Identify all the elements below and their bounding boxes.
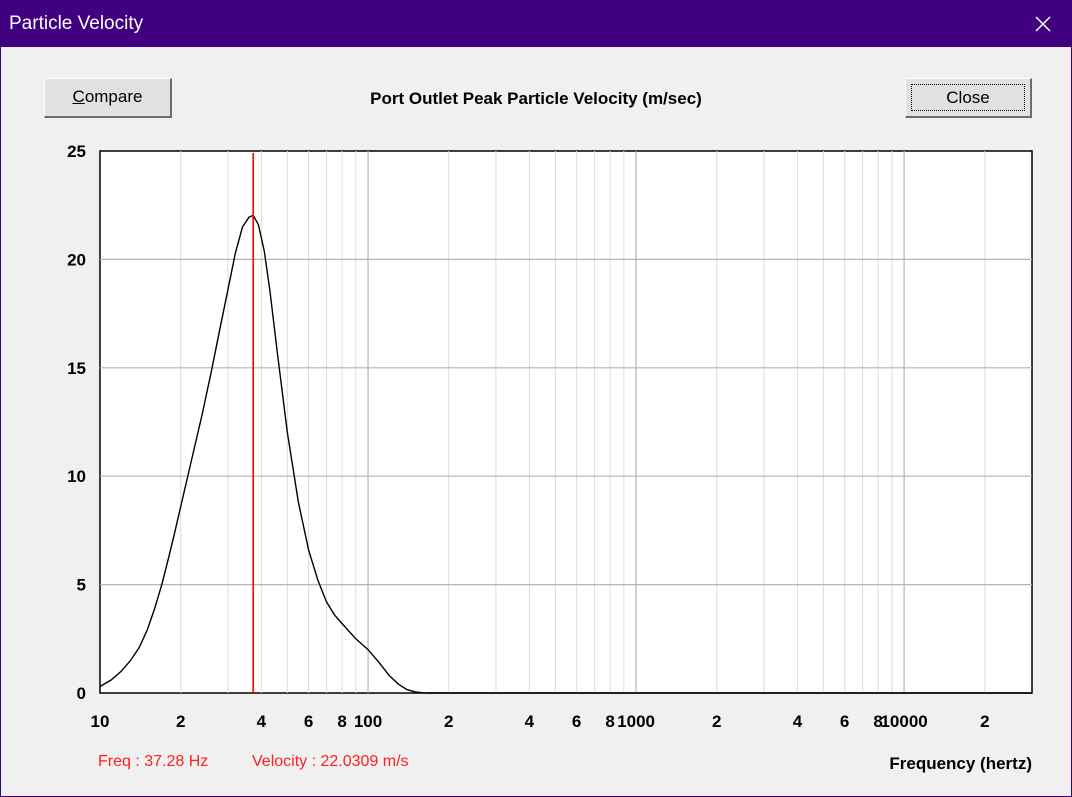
x-tick-labels: 10 2 4 6 8 100 2 4 6 8 1000 2 4 6 810000 2 bbox=[91, 712, 990, 731]
x-tick-label: 6 bbox=[304, 712, 313, 731]
velocity-readout: Velocity : 22.0309 m/s bbox=[252, 753, 409, 770]
y-tick-label: 15 bbox=[67, 359, 86, 378]
x-tick-label: 4 bbox=[257, 712, 267, 731]
x-tick-label: 10000 bbox=[880, 712, 927, 731]
x-tick-label: 100 bbox=[354, 712, 382, 731]
x-tick-label: 8 bbox=[337, 712, 346, 731]
x-tick-label: 1000 bbox=[617, 712, 655, 731]
x-tick-label: 2 bbox=[176, 712, 185, 731]
x-tick-label: 10 bbox=[91, 712, 110, 731]
freq-readout: Freq : 37.28 Hz bbox=[98, 753, 209, 770]
particle-velocity-window: Particle Velocity Compare Port Outlet Pe… bbox=[0, 0, 1072, 797]
x-tick-label: 4 bbox=[525, 712, 535, 731]
y-tick-labels: 0 5 10 15 20 25 bbox=[67, 142, 86, 703]
x-tick-label: 2 bbox=[980, 712, 989, 731]
y-tick-label: 0 bbox=[77, 684, 86, 703]
y-tick-label: 25 bbox=[67, 142, 86, 161]
velocity-chart: 0510152025 10 2 4 6 8 100 2 4 6 8 1000 2 4 6 810000 2 F… bbox=[67, 142, 1033, 773]
x-tick-label: 6 bbox=[572, 712, 581, 731]
x-tick-label: 2 bbox=[444, 712, 453, 731]
y-tick-label: 10 bbox=[67, 467, 86, 486]
x-tick-label: 6 bbox=[840, 712, 849, 731]
x-tick-label: 2 bbox=[712, 712, 721, 731]
y-tick-label: 20 bbox=[67, 250, 86, 269]
x-axis-label: Frequency (hertz) bbox=[889, 754, 1032, 773]
x-tick-label: 4 bbox=[793, 712, 803, 731]
x-tick-label: 8 bbox=[605, 712, 614, 731]
y-tick-label: 5 bbox=[77, 576, 86, 595]
